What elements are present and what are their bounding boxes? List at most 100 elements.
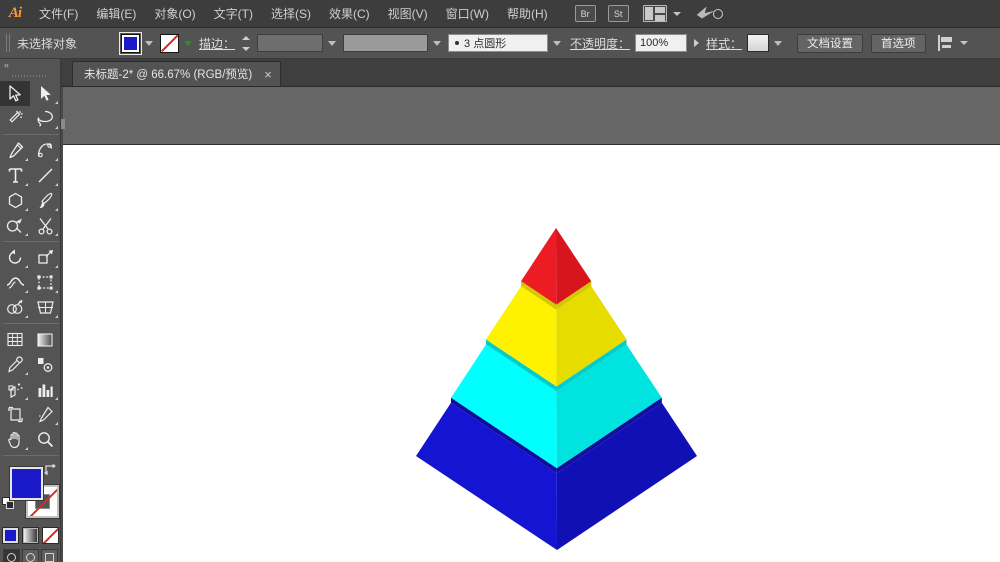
gradient-mode[interactable] (21, 527, 39, 544)
column-graph-tool[interactable] (30, 377, 60, 402)
graphic-style-swatch[interactable] (747, 34, 770, 52)
gradient-tool[interactable] (30, 327, 60, 352)
selection-tool[interactable] (0, 81, 30, 106)
none-mode[interactable] (41, 527, 59, 544)
symbol-sprayer-tool[interactable] (0, 377, 30, 402)
line-segment-tool[interactable] (30, 163, 60, 188)
stepper-down-icon[interactable] (242, 46, 251, 51)
align-icon[interactable] (937, 35, 954, 51)
arrange-chevron-down-icon[interactable] (672, 11, 681, 16)
tool-more-icon[interactable] (25, 208, 28, 211)
creative-cloud-icon[interactable] (696, 5, 723, 23)
tool-more-icon[interactable] (25, 397, 28, 400)
tool-more-icon[interactable] (25, 265, 28, 268)
arrange-documents-icon[interactable] (642, 5, 667, 22)
tool-more-icon[interactable] (55, 183, 58, 186)
3d-pyramid-chart[interactable] (63, 145, 1000, 562)
style-chevron-down-icon[interactable] (774, 40, 783, 46)
tool-more-icon[interactable] (55, 422, 58, 425)
stroke-profile-input[interactable] (343, 34, 429, 52)
graphic-style-combo[interactable] (742, 34, 789, 52)
fill-chevron-down-icon[interactable] (145, 40, 153, 46)
opacity-arrow-icon[interactable] (694, 39, 700, 47)
artboard-tool[interactable] (0, 402, 30, 427)
stroke-weight-stepper[interactable] (241, 35, 251, 51)
tools-panel-grip[interactable] (12, 71, 48, 81)
tool-more-icon[interactable] (25, 315, 28, 318)
slice-tool[interactable] (30, 402, 60, 427)
width-tool[interactable] (0, 270, 30, 295)
tool-more-icon[interactable] (25, 183, 28, 186)
full-screen-mode[interactable] (40, 549, 58, 562)
brush-definition-combo[interactable]: 3 点圆形 (448, 34, 568, 52)
canvas-scroll-handle[interactable] (61, 119, 65, 129)
bridge-icon[interactable]: Br (574, 5, 596, 22)
lasso-tool[interactable] (30, 106, 60, 131)
stroke-weight-chevron-down-icon[interactable] (328, 40, 337, 46)
tool-more-icon[interactable] (25, 372, 28, 375)
tool-more-icon[interactable] (55, 101, 58, 104)
tool-more-icon[interactable] (55, 208, 58, 211)
menu-type[interactable]: 文字(T) (205, 0, 262, 28)
shape-builder-tool[interactable] (0, 295, 30, 320)
tool-more-icon[interactable] (55, 397, 58, 400)
menu-window[interactable]: 窗口(W) (437, 0, 498, 28)
perspective-grid-tool[interactable] (30, 295, 60, 320)
direct-selection-tool[interactable] (30, 81, 60, 106)
stroke-swatch-group[interactable] (160, 33, 199, 53)
menu-file[interactable]: 文件(F) (30, 0, 87, 28)
scale-tool[interactable] (30, 245, 60, 270)
curvature-tool[interactable] (30, 138, 60, 163)
tools-panel-collapse[interactable]: « (0, 59, 60, 71)
tool-more-icon[interactable] (55, 315, 58, 318)
tool-more-icon[interactable] (25, 290, 28, 293)
type-tool[interactable] (0, 163, 30, 188)
zoom-tool[interactable] (30, 427, 60, 452)
color-mode[interactable] (1, 527, 19, 544)
scissors-tool[interactable] (30, 213, 60, 238)
stroke-weight-combo[interactable] (251, 34, 343, 52)
stroke-profile-combo[interactable] (343, 34, 448, 52)
tool-more-icon[interactable] (55, 158, 58, 161)
brush-definition-input[interactable]: 3 点圆形 (448, 34, 549, 52)
canvas-area[interactable] (61, 87, 1000, 562)
stroke-chevron-down-icon[interactable] (184, 40, 192, 46)
tool-more-icon[interactable] (25, 158, 28, 161)
shape-tool[interactable] (0, 188, 30, 213)
default-fill-stroke-icon[interactable] (2, 497, 15, 510)
normal-screen-mode[interactable] (2, 549, 20, 562)
tool-more-icon[interactable] (55, 126, 58, 129)
stepper-up-icon[interactable] (242, 35, 251, 40)
tool-more-icon[interactable] (55, 290, 58, 293)
hand-tool[interactable] (0, 427, 30, 452)
pen-tool[interactable] (0, 138, 30, 163)
brush-chevron-down-icon[interactable] (553, 40, 562, 46)
control-bar-grip[interactable] (6, 34, 11, 52)
fill-color-swatch[interactable] (119, 31, 142, 55)
eyedropper-tool[interactable] (0, 352, 30, 377)
menu-view[interactable]: 视图(V) (379, 0, 437, 28)
opacity-input[interactable]: 100% (635, 34, 688, 52)
fill-color-box[interactable] (9, 466, 44, 501)
tool-more-icon[interactable] (55, 265, 58, 268)
tool-more-icon[interactable] (25, 447, 28, 450)
profile-chevron-down-icon[interactable] (433, 40, 442, 46)
full-screen-menu-mode[interactable] (21, 549, 39, 562)
menu-select[interactable]: 选择(S) (262, 0, 320, 28)
magic-wand-tool[interactable] (0, 106, 30, 131)
document-tab[interactable]: 未标题-2* @ 66.67% (RGB/预览) × (72, 61, 281, 86)
stock-icon[interactable]: St (607, 5, 629, 22)
tool-more-icon[interactable] (55, 233, 58, 236)
mesh-tool[interactable] (0, 327, 30, 352)
free-transform-tool[interactable] (30, 270, 60, 295)
rotate-tool[interactable] (0, 245, 30, 270)
shaper-tool[interactable] (0, 213, 30, 238)
artboard[interactable] (63, 144, 1000, 562)
menu-help[interactable]: 帮助(H) (498, 0, 557, 28)
document-setup-button[interactable]: 文档设置 (797, 33, 864, 53)
menu-object[interactable]: 对象(O) (145, 0, 204, 28)
tool-more-icon[interactable] (25, 233, 28, 236)
paintbrush-tool[interactable] (30, 188, 60, 213)
menu-effect[interactable]: 效果(C) (320, 0, 379, 28)
blend-tool[interactable] (30, 352, 60, 377)
